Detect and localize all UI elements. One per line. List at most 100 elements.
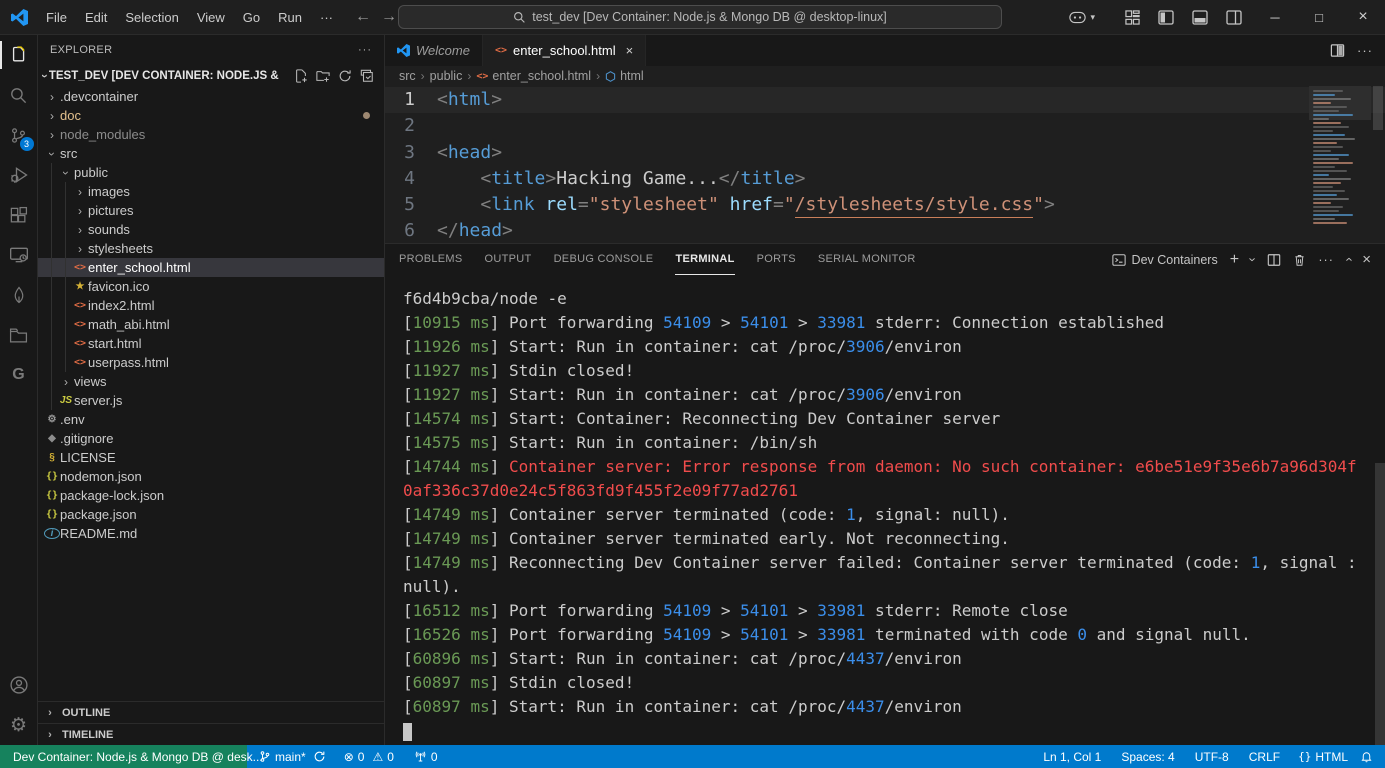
terminal-scrollbar[interactable] — [1375, 275, 1385, 745]
breadcrumb-enter-school-html[interactable]: <>enter_school.html — [476, 69, 591, 83]
panel-tab-serial-monitor[interactable]: SERIAL MONITOR — [818, 244, 916, 275]
settings-gear-icon[interactable]: ⚙ — [0, 705, 38, 745]
window-close-button[interactable]: × — [1341, 0, 1385, 34]
tree-file-math-abi-html[interactable]: <>math_abi.html — [38, 315, 384, 334]
tab-enter-school-html[interactable]: <>enter_school.html× — [483, 35, 646, 66]
split-editor-icon[interactable] — [1330, 43, 1345, 58]
tree-file-start-html[interactable]: <>start.html — [38, 334, 384, 353]
containers-icon[interactable] — [0, 315, 38, 355]
tree-folder-stylesheets[interactable]: ›stylesheets — [38, 239, 384, 258]
collapse-folders-icon[interactable] — [360, 69, 374, 83]
new-file-icon[interactable] — [294, 69, 308, 83]
panel-tab-debug-console[interactable]: DEBUG CONSOLE — [554, 244, 654, 275]
workspace-root-row[interactable]: › TEST_DEV [DEV CONTAINER: NODE.JS & MON… — [38, 65, 384, 87]
accounts-icon[interactable] — [0, 665, 38, 705]
minimap[interactable] — [1309, 86, 1371, 244]
copilot-icon[interactable] — [1062, 4, 1092, 30]
tree-folder-images[interactable]: ›images — [38, 182, 384, 201]
menu-selection[interactable]: Selection — [117, 6, 186, 29]
customize-layout-icon[interactable] — [1117, 4, 1147, 30]
problems-status[interactable]: ⊗ 0 ⚠ 0 — [338, 750, 400, 764]
nav-back-icon[interactable]: ← — [355, 8, 371, 26]
panel-more-actions-icon[interactable]: ··· — [1318, 253, 1334, 267]
tree-file-package-lock-json[interactable]: {}package-lock.json — [38, 486, 384, 505]
panel-tab-ports[interactable]: PORTS — [757, 244, 796, 275]
source-control-icon[interactable]: 3 — [0, 115, 38, 155]
tree-file-package-json[interactable]: {}package.json — [38, 505, 384, 524]
panel-tab-terminal[interactable]: TERMINAL — [675, 244, 734, 275]
explorer-more-actions-icon[interactable]: ··· — [358, 44, 372, 56]
ports-status[interactable]: 0 — [408, 750, 444, 764]
encoding-status[interactable]: UTF-8 — [1189, 750, 1235, 764]
nav-forward-icon[interactable]: → — [381, 8, 397, 26]
breadcrumb-public[interactable]: public — [430, 69, 463, 83]
menu-[interactable]: ··· — [312, 6, 341, 29]
menu-file[interactable]: File — [38, 6, 75, 29]
tree-file-readme-md[interactable]: iREADME.md — [38, 524, 384, 543]
tree-folder-pictures[interactable]: ›pictures — [38, 201, 384, 220]
copilot-chevron-icon[interactable]: ▾ — [1090, 12, 1095, 23]
maximize-panel-icon[interactable]: › — [1341, 257, 1356, 261]
code-editor[interactable]: 1<html>23<head>4 <title>Hacking Game...<… — [385, 86, 1385, 244]
command-center-search[interactable]: test_dev [Dev Container: Node.js & Mongo… — [398, 5, 1002, 29]
remote-explorer-icon[interactable] — [0, 235, 38, 275]
terminal-output[interactable]: f6d4b9cba/node -e[10915 ms] Port forward… — [385, 275, 1359, 743]
tree-file--env[interactable]: ⚙.env — [38, 410, 384, 429]
new-terminal-icon[interactable]: + — [1230, 251, 1239, 269]
menu-view[interactable]: View — [189, 6, 233, 29]
breadcrumb-src[interactable]: src — [399, 69, 416, 83]
tree-folder-node-modules[interactable]: ›node_modules — [38, 125, 384, 144]
gitlens-icon[interactable]: G — [0, 355, 38, 395]
explorer-icon[interactable] — [0, 35, 38, 75]
tab-close-icon[interactable]: × — [626, 43, 634, 58]
section-timeline[interactable]: ›TIMELINE — [38, 723, 384, 745]
new-folder-icon[interactable] — [316, 69, 330, 83]
panel-tab-output[interactable]: OUTPUT — [485, 244, 532, 275]
tree-folder-doc[interactable]: ›doc — [38, 106, 384, 125]
window-maximize-button[interactable]: □ — [1297, 0, 1341, 34]
toggle-panel-icon[interactable] — [1185, 4, 1215, 30]
editor-more-actions-icon[interactable]: ··· — [1357, 43, 1373, 58]
menu-edit[interactable]: Edit — [77, 6, 115, 29]
eol-status[interactable]: CRLF — [1243, 750, 1286, 764]
tree-file-userpass-html[interactable]: <>userpass.html — [38, 353, 384, 372]
tree-file-nodemon-json[interactable]: {}nodemon.json — [38, 467, 384, 486]
notifications-bell-icon[interactable] — [1354, 750, 1379, 763]
terminal-profile[interactable]: Dev Containers — [1112, 253, 1218, 267]
remote-indicator[interactable]: Dev Container: Node.js & Mongo DB @ desk… — [0, 745, 247, 768]
search-view-icon[interactable] — [0, 75, 38, 115]
editor-scrollbar[interactable] — [1371, 86, 1385, 244]
language-mode-status[interactable]: {} HTML — [1292, 750, 1354, 764]
panel-tab-problems[interactable]: PROBLEMS — [399, 244, 463, 275]
tree-file-enter-school-html[interactable]: <>enter_school.html — [38, 258, 384, 277]
toggle-primary-sidebar-icon[interactable] — [1151, 4, 1181, 30]
extensions-icon[interactable] — [0, 195, 38, 235]
tree-folder-views[interactable]: ›views — [38, 372, 384, 391]
window-minimize-button[interactable]: ─ — [1253, 0, 1297, 34]
kill-terminal-icon[interactable] — [1293, 253, 1306, 267]
tree-file-favicon-ico[interactable]: ★favicon.ico — [38, 277, 384, 296]
tree-folder-public[interactable]: ›public — [38, 163, 384, 182]
tab-welcome[interactable]: Welcome — [385, 35, 483, 66]
tree-file-server-js[interactable]: JSserver.js — [38, 391, 384, 410]
git-branch-status[interactable]: main* — [253, 750, 332, 764]
tree-file-index2-html[interactable]: <>index2.html — [38, 296, 384, 315]
split-terminal-icon[interactable] — [1267, 253, 1281, 267]
breadcrumb-html[interactable]: html — [605, 69, 644, 83]
close-panel-icon[interactable]: × — [1362, 251, 1371, 268]
tree-folder-src[interactable]: ›src — [38, 144, 384, 163]
mongodb-icon[interactable] — [0, 275, 38, 315]
section-outline[interactable]: ›OUTLINE — [38, 701, 384, 723]
tree-file-license[interactable]: §LICENSE — [38, 448, 384, 467]
terminal-profile-chevron-icon[interactable]: › — [1246, 257, 1261, 261]
menu-go[interactable]: Go — [235, 6, 268, 29]
indentation-status[interactable]: Spaces: 4 — [1115, 750, 1180, 764]
tree-file--gitignore[interactable]: ◆.gitignore — [38, 429, 384, 448]
menu-run[interactable]: Run — [270, 6, 310, 29]
tree-folder--devcontainer[interactable]: ›.devcontainer — [38, 87, 384, 106]
toggle-secondary-sidebar-icon[interactable] — [1219, 4, 1249, 30]
refresh-icon[interactable] — [338, 69, 352, 83]
tree-folder-sounds[interactable]: ›sounds — [38, 220, 384, 239]
run-debug-icon[interactable] — [0, 155, 38, 195]
cursor-position-status[interactable]: Ln 1, Col 1 — [1037, 750, 1107, 764]
